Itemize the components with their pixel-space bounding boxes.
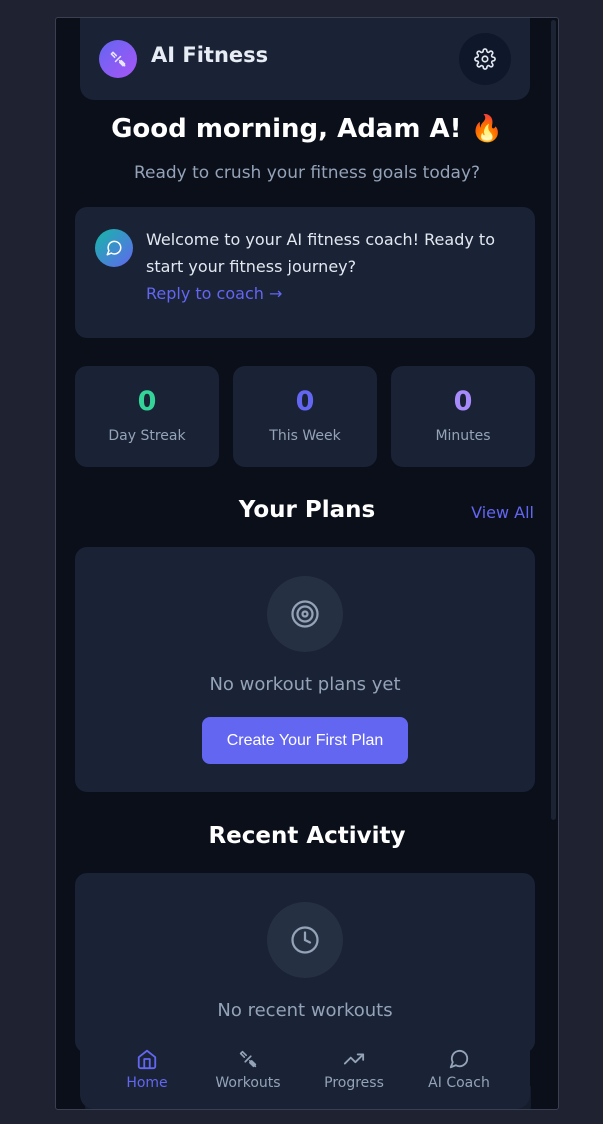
activity-empty-text: No recent workouts <box>217 1000 393 1021</box>
bottom-nav: Home Workouts Progress AI Coach <box>80 1029 530 1109</box>
stat-value: 0 <box>137 386 157 417</box>
trending-up-icon <box>343 1053 365 1064</box>
nav-item-progress[interactable]: Progress <box>314 1029 394 1109</box>
nav-item-ai-coach[interactable]: AI Coach <box>416 1029 502 1109</box>
reply-to-coach-link[interactable]: Reply to coach → <box>146 284 282 303</box>
nav-item-workouts[interactable]: Workouts <box>208 1029 288 1109</box>
target-icon-circle <box>267 576 343 652</box>
stat-label: Minutes <box>435 428 491 444</box>
stat-value: 0 <box>453 386 473 417</box>
coach-message-card: Welcome to your AI fitness coach! Ready … <box>75 207 535 338</box>
plans-empty-text: No workout plans yet <box>209 674 401 695</box>
greeting-title: Good morning, Adam A! 🔥 <box>111 114 503 144</box>
stat-card-this-week: 0 This Week <box>233 366 377 467</box>
clock-icon-circle <box>267 902 343 978</box>
clock-icon <box>291 926 319 954</box>
settings-button[interactable] <box>459 33 511 85</box>
stat-label: Day Streak <box>108 428 186 444</box>
app-frame: AI Fitness Good morning, Adam A! 🔥 Ready… <box>55 17 559 1110</box>
app-title: AI Fitness <box>151 43 269 67</box>
create-first-plan-button[interactable]: Create Your First Plan <box>202 717 408 764</box>
nav-label: Home <box>126 1074 168 1091</box>
section-title-activity: Recent Activity <box>208 823 406 849</box>
stat-card-day-streak: 0 Day Streak <box>75 366 219 467</box>
plans-empty-card: No workout plans yet Create Your First P… <box>75 547 535 792</box>
greeting-subtitle: Ready to crush your fitness goals today? <box>133 163 481 183</box>
nav-item-home[interactable]: Home <box>112 1029 182 1109</box>
view-all-link[interactable]: View All <box>471 503 534 522</box>
stat-card-minutes: 0 Minutes <box>391 366 535 467</box>
chat-bubble-icon <box>106 240 122 256</box>
target-icon <box>291 600 319 628</box>
home-icon <box>137 1049 157 1069</box>
app-header: AI Fitness <box>80 18 530 100</box>
gear-icon <box>474 48 496 70</box>
nav-label: Progress <box>324 1074 384 1091</box>
nav-label: Workouts <box>215 1074 281 1091</box>
stat-label: This Week <box>269 428 341 444</box>
coach-avatar <box>95 229 133 267</box>
app-logo <box>99 40 137 78</box>
dumbbell-icon <box>239 1050 257 1067</box>
chat-bubble-icon <box>449 1049 469 1068</box>
nav-label: AI Coach <box>428 1074 490 1091</box>
activity-empty-card: No recent workouts <box>75 873 535 1053</box>
dumbbell-logo-icon <box>110 51 126 67</box>
coach-message-text: Welcome to your AI fitness coach! Ready … <box>146 230 495 276</box>
stat-value: 0 <box>295 386 315 417</box>
